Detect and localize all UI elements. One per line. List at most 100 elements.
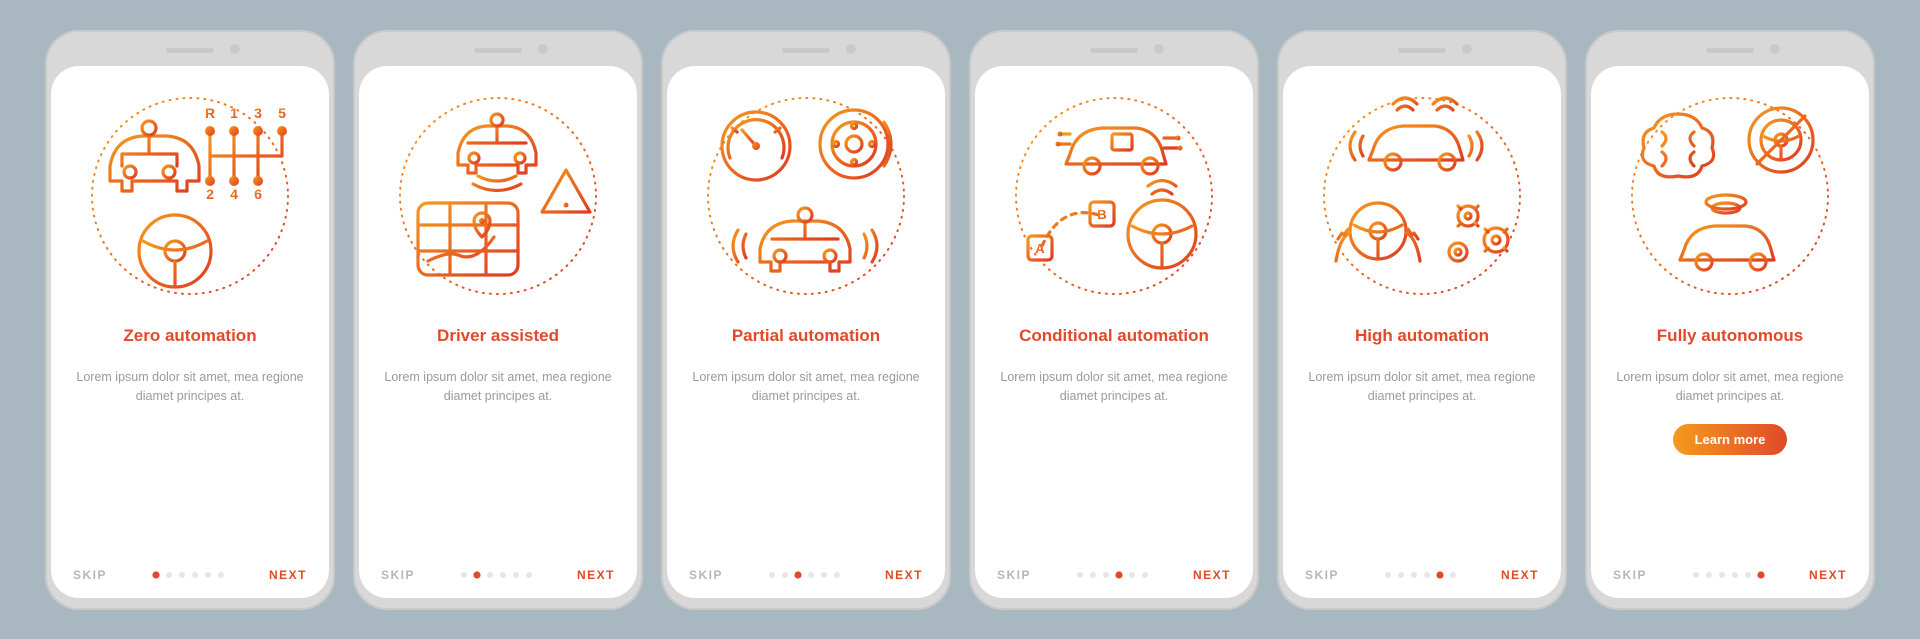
screen-title: High automation xyxy=(1355,314,1489,358)
next-button[interactable]: NEXT xyxy=(269,568,307,582)
dot xyxy=(1103,572,1109,578)
screen-description: Lorem ipsum dolor sit amet, mea regione … xyxy=(1307,368,1537,407)
screen-description: Lorem ipsum dolor sit amet, mea regione … xyxy=(691,368,921,407)
dot xyxy=(808,572,814,578)
dot xyxy=(782,572,788,578)
screen-description: Lorem ipsum dolor sit amet, mea regione … xyxy=(75,368,305,407)
dot xyxy=(192,572,198,578)
dot xyxy=(1693,572,1699,578)
skip-button[interactable]: SKIP xyxy=(73,568,107,582)
illustration-conditional-automation: A B xyxy=(1004,86,1224,296)
dot xyxy=(461,572,467,578)
screen-title: Conditional automation xyxy=(1019,314,1209,358)
learn-more-button[interactable]: Learn more xyxy=(1673,424,1788,455)
dot xyxy=(1745,572,1751,578)
dot xyxy=(794,571,801,578)
skip-button[interactable]: SKIP xyxy=(689,568,723,582)
dot xyxy=(769,572,775,578)
page-dots xyxy=(769,572,840,578)
dot xyxy=(205,572,211,578)
dot xyxy=(834,572,840,578)
dot xyxy=(1706,572,1712,578)
dot xyxy=(1115,571,1122,578)
skip-button[interactable]: SKIP xyxy=(1613,568,1647,582)
dot xyxy=(1398,572,1404,578)
onboarding-screen: High automation Lorem ipsum dolor sit am… xyxy=(1283,66,1561,598)
footer-nav: SKIP NEXT xyxy=(381,552,615,582)
screen-description: Lorem ipsum dolor sit amet, mea regione … xyxy=(383,368,613,407)
next-button[interactable]: NEXT xyxy=(885,568,923,582)
footer-nav: SKIP NEXT xyxy=(997,552,1231,582)
dot xyxy=(513,572,519,578)
onboarding-screen: R 1 3 5 2 4 6 Zero automation Lorem ipsu… xyxy=(51,66,329,598)
screen-title: Zero automation xyxy=(123,314,256,358)
skip-button[interactable]: SKIP xyxy=(381,568,415,582)
onboarding-phone-zero-automation: R 1 3 5 2 4 6 Zero automation Lorem ipsu… xyxy=(45,30,335,610)
dot xyxy=(1090,572,1096,578)
onboarding-phone-driver-assisted: Driver assisted Lorem ipsum dolor sit am… xyxy=(353,30,643,610)
dot xyxy=(1424,572,1430,578)
dot xyxy=(1385,572,1391,578)
screen-title: Driver assisted xyxy=(437,314,559,358)
illustration-zero-automation: R 1 3 5 2 4 6 xyxy=(80,86,300,296)
screen-description: Lorem ipsum dolor sit amet, mea regione … xyxy=(1615,368,1845,407)
onboarding-phone-conditional-automation: A B Conditional automation Lorem ipsum d… xyxy=(969,30,1259,610)
gear-label: 5 xyxy=(278,105,286,121)
skip-button[interactable]: SKIP xyxy=(1305,568,1339,582)
gear-label: 2 xyxy=(206,186,214,202)
gear-label: 4 xyxy=(230,186,238,202)
dot xyxy=(166,572,172,578)
footer-nav: SKIP NEXT xyxy=(689,552,923,582)
dot xyxy=(218,572,224,578)
illustration-high-automation xyxy=(1312,86,1532,296)
dot xyxy=(179,572,185,578)
onboarding-screen: Fully autonomous Lorem ipsum dolor sit a… xyxy=(1591,66,1869,598)
dot xyxy=(1129,572,1135,578)
footer-nav: SKIP NEXT xyxy=(1305,552,1539,582)
gear-label: 3 xyxy=(254,105,262,121)
onboarding-phone-partial-automation: Partial automation Lorem ipsum dolor sit… xyxy=(661,30,951,610)
illustration-fully-autonomous xyxy=(1620,86,1840,296)
illustration-driver-assisted xyxy=(388,86,608,296)
dot xyxy=(500,572,506,578)
dot xyxy=(473,571,480,578)
gear-label: R xyxy=(205,105,215,121)
page-dots xyxy=(1077,572,1148,578)
next-button[interactable]: NEXT xyxy=(577,568,615,582)
onboarding-phone-high-automation: High automation Lorem ipsum dolor sit am… xyxy=(1277,30,1567,610)
skip-button[interactable]: SKIP xyxy=(997,568,1031,582)
dot xyxy=(1450,572,1456,578)
dot xyxy=(821,572,827,578)
onboarding-screen: Driver assisted Lorem ipsum dolor sit am… xyxy=(359,66,637,598)
dot xyxy=(1077,572,1083,578)
onboarding-screen: A B Conditional automation Lorem ipsum d… xyxy=(975,66,1253,598)
dot xyxy=(1757,571,1764,578)
page-dots xyxy=(153,572,224,578)
dot xyxy=(1719,572,1725,578)
waypoint-label: A xyxy=(1035,241,1045,256)
next-button[interactable]: NEXT xyxy=(1809,568,1847,582)
footer-nav: SKIP NEXT xyxy=(73,552,307,582)
dot xyxy=(487,572,493,578)
onboarding-screen: Partial automation Lorem ipsum dolor sit… xyxy=(667,66,945,598)
waypoint-label: B xyxy=(1097,207,1106,222)
footer-nav: SKIP NEXT xyxy=(1613,552,1847,582)
screen-description: Lorem ipsum dolor sit amet, mea regione … xyxy=(999,368,1229,407)
gear-label: 6 xyxy=(254,186,262,202)
dot xyxy=(526,572,532,578)
dot xyxy=(1732,572,1738,578)
screen-title: Fully autonomous xyxy=(1657,314,1803,358)
next-button[interactable]: NEXT xyxy=(1501,568,1539,582)
page-dots xyxy=(461,572,532,578)
onboarding-phone-fully-autonomous: Fully autonomous Lorem ipsum dolor sit a… xyxy=(1585,30,1875,610)
dot xyxy=(152,571,159,578)
gear-label: 1 xyxy=(230,105,238,121)
screen-title: Partial automation xyxy=(732,314,880,358)
dot xyxy=(1436,571,1443,578)
dot xyxy=(1411,572,1417,578)
page-dots xyxy=(1385,572,1456,578)
illustration-partial-automation xyxy=(696,86,916,296)
dot xyxy=(1142,572,1148,578)
page-dots xyxy=(1693,572,1764,578)
next-button[interactable]: NEXT xyxy=(1193,568,1231,582)
